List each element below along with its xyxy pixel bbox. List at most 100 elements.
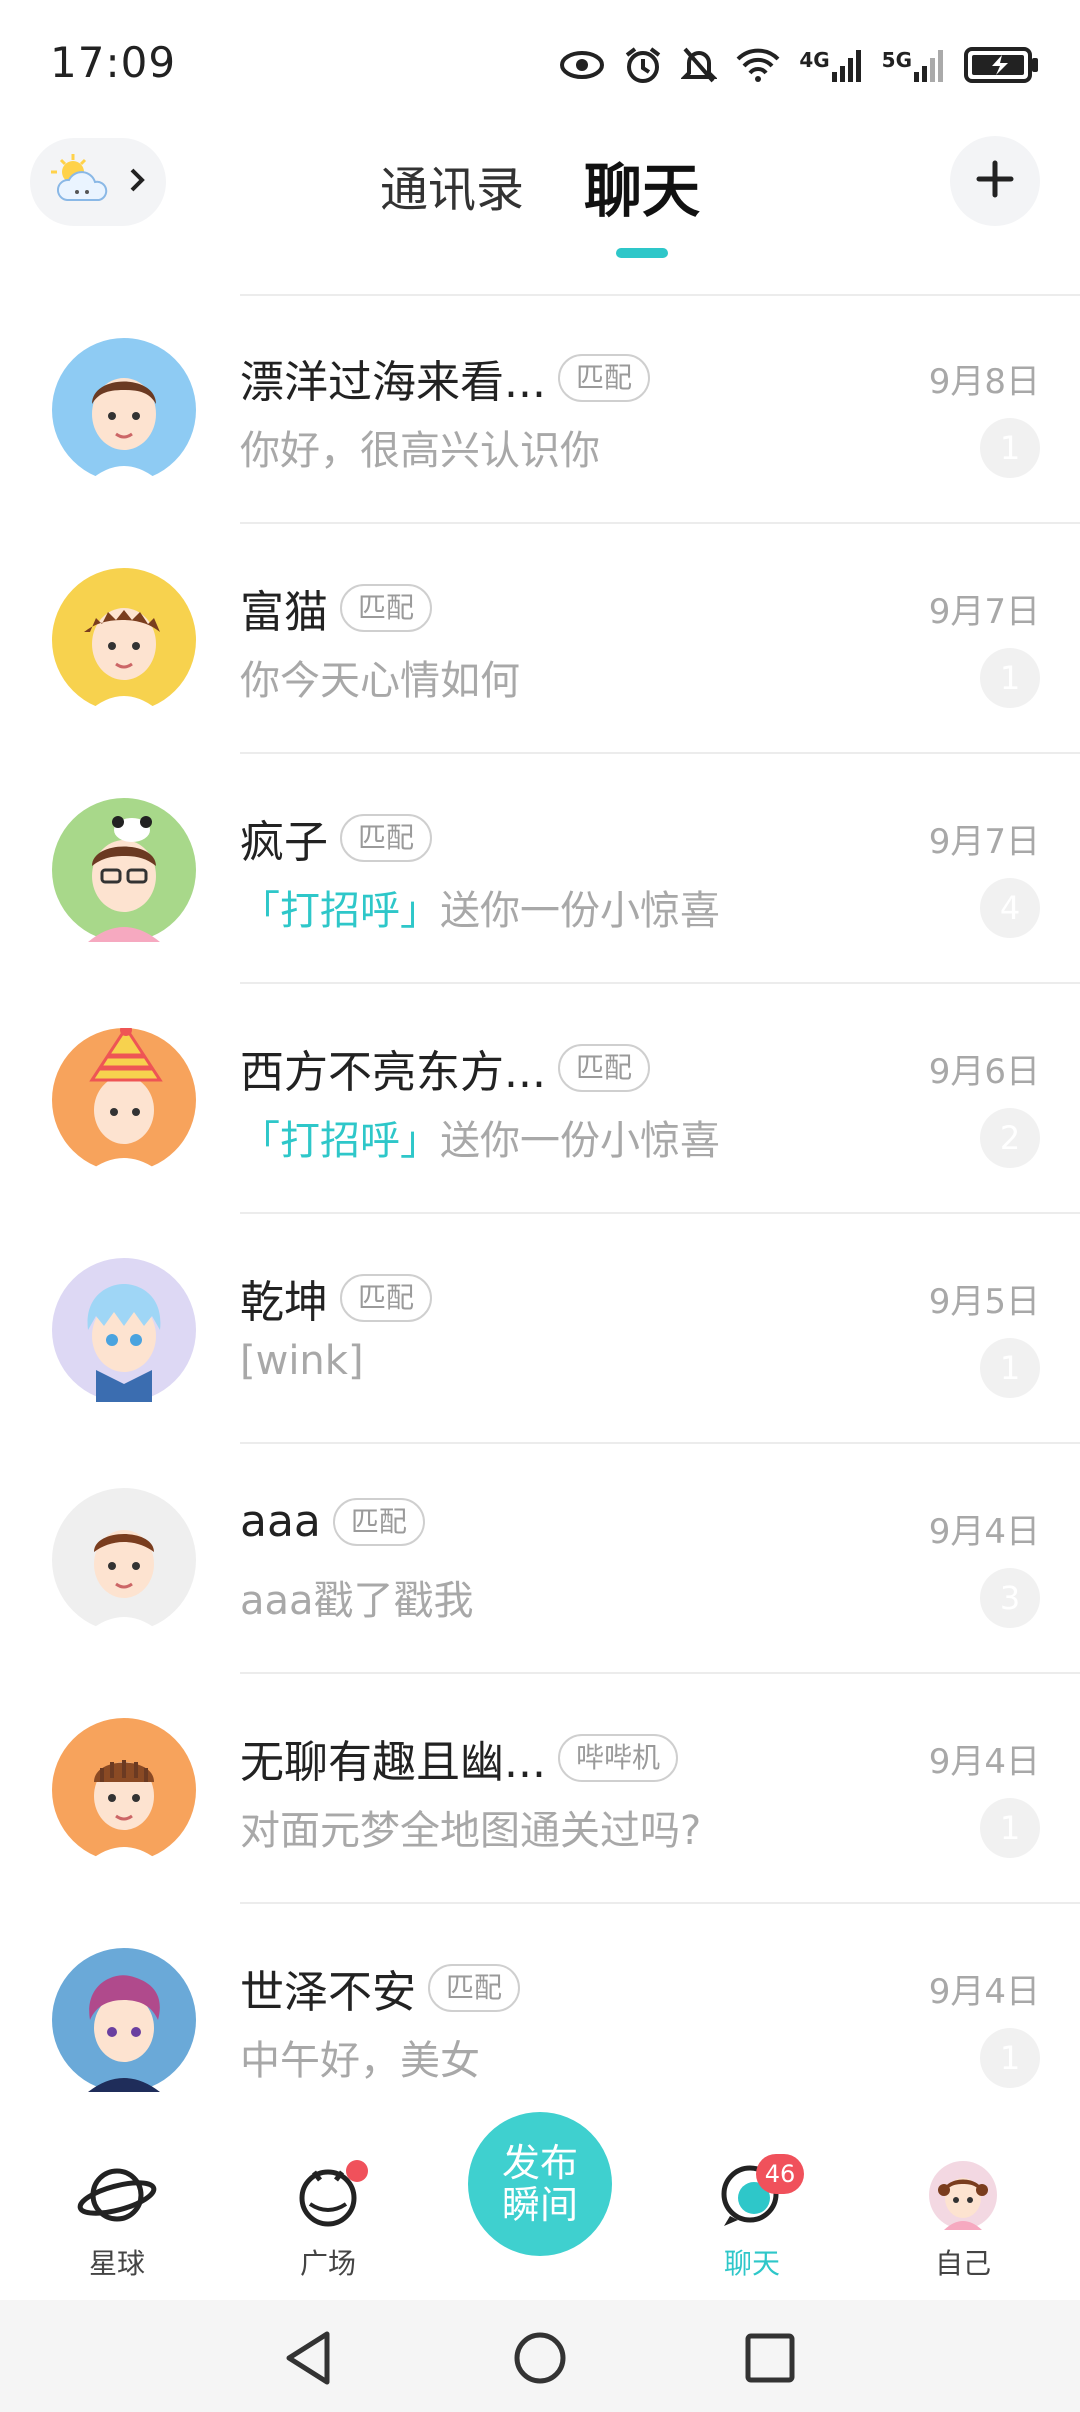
tab-chat[interactable]: 聊天 xyxy=(584,130,700,258)
avatar xyxy=(52,338,196,482)
home-icon[interactable] xyxy=(510,2328,570,2388)
divider xyxy=(240,1212,1080,1214)
contact-name: 西方不亮东方... xyxy=(240,1047,546,1098)
name-row: 疯子 匹配 xyxy=(240,806,433,870)
divider xyxy=(240,752,1080,754)
contact-name: 乾坤 xyxy=(240,1277,328,1328)
4g-label: 4G xyxy=(799,48,830,72)
unread-count-badge: 46 xyxy=(756,2154,804,2194)
divider xyxy=(240,1442,1080,1444)
chat-item[interactable]: 疯子 匹配 9月7日 「打招呼」送你一份小惊喜 4 xyxy=(0,756,1080,984)
tab-contacts[interactable]: 通讯录 xyxy=(380,130,524,220)
mute-icon xyxy=(681,45,718,85)
message-text: 中午好，美女 xyxy=(240,2038,480,2084)
contact-name: 世泽不安 xyxy=(240,1967,416,2018)
contact-name: 疯子 xyxy=(240,817,328,868)
match-tag: 匹配 xyxy=(340,584,433,632)
name-row: 世泽不安 匹配 xyxy=(240,1956,521,2020)
message-text: 对面元梦全地图通关过吗? xyxy=(240,1808,702,1854)
match-tag: 匹配 xyxy=(557,354,650,402)
match-tag: 哔哔机 xyxy=(557,1734,678,1782)
match-tag: 匹配 xyxy=(340,814,433,862)
chat-item[interactable]: aaa 匹配 9月4日 aaa戳了戳我 3 xyxy=(0,1446,1080,1674)
avatar xyxy=(52,798,196,942)
chat-item[interactable]: 世泽不安 匹配 9月4日 中午好，美女 1 xyxy=(0,1906,1080,2134)
avatar xyxy=(52,1024,196,1172)
unread-badge: 4 xyxy=(980,878,1040,938)
contact-name: aaa xyxy=(240,1496,321,1547)
top-header: 通讯录 聊天 xyxy=(0,130,1080,258)
publish-label-line1: 发布 xyxy=(501,2141,578,2185)
name-row: 富猫 匹配 xyxy=(240,576,433,640)
match-tag: 匹配 xyxy=(340,1274,433,1322)
chat-date: 9月6日 xyxy=(928,1052,1040,1092)
contact-name: 漂洋过海来看... xyxy=(240,357,546,408)
eye-icon xyxy=(559,50,605,80)
match-tag: 匹配 xyxy=(332,1497,425,1546)
divider xyxy=(240,522,1080,524)
nav-chat[interactable]: 46 聊天 xyxy=(682,2154,822,2282)
message-highlight: 「打招呼」 xyxy=(240,888,440,934)
message-text: 你好，很高兴认识你 xyxy=(240,428,600,474)
chat-item[interactable]: 漂洋过海来看... 匹配 9月8日 你好，很高兴认识你 1 xyxy=(0,296,1080,524)
contact-name: 无聊有趣且幽... xyxy=(240,1737,546,1788)
avatar xyxy=(52,1718,196,1862)
chat-date: 9月4日 xyxy=(928,1972,1040,2012)
divider xyxy=(240,1902,1080,1904)
message-text: 送你一份小惊喜 xyxy=(440,888,720,934)
nav-planet[interactable]: 星球 xyxy=(47,2160,187,2282)
nav-square[interactable]: 广场 xyxy=(258,2160,398,2282)
status-icons: 4G 5G xyxy=(559,40,1040,90)
unread-badge: 1 xyxy=(980,648,1040,708)
bottom-nav: 星球 广场 发布 瞬间 46 聊天 自己 xyxy=(0,2112,1080,2300)
system-nav-bar xyxy=(0,2300,1080,2412)
match-tag: 匹配 xyxy=(428,1964,521,2012)
avatar xyxy=(52,1488,196,1632)
message-text: 送你一份小惊喜 xyxy=(440,1118,720,1164)
nav-label: 星球 xyxy=(88,2247,145,2280)
publish-moment-button[interactable]: 发布 瞬间 xyxy=(468,2112,612,2256)
unread-badge: 1 xyxy=(980,1338,1040,1398)
last-message: aaa戳了戳我 xyxy=(240,1568,474,1626)
5g-signal-icon: 5G xyxy=(882,48,946,82)
match-tag: 匹配 xyxy=(557,1044,650,1092)
status-time: 17:09 xyxy=(50,38,177,87)
unread-badge: 1 xyxy=(980,1798,1040,1858)
avatar xyxy=(52,1258,196,1402)
4g-signal-icon: 4G xyxy=(799,48,863,82)
unread-badge: 2 xyxy=(980,1108,1040,1168)
avatar xyxy=(52,568,196,712)
name-row: aaa 匹配 xyxy=(240,1496,425,1547)
nav-profile[interactable]: 自己 xyxy=(893,2160,1033,2282)
chat-item[interactable]: 无聊有趣且幽... 哔哔机 9月4日 对面元梦全地图通关过吗? 1 xyxy=(0,1676,1080,1904)
name-row: 无聊有趣且幽... 哔哔机 xyxy=(240,1726,678,1790)
back-icon[interactable] xyxy=(278,2328,338,2388)
message-text: [wink] xyxy=(240,1338,364,1384)
message-highlight: 「打招呼」 xyxy=(240,1118,440,1164)
status-bar: 17:09 4G 5G xyxy=(0,0,1080,130)
chat-item[interactable]: 西方不亮东方... 匹配 9月6日 「打招呼」送你一份小惊喜 2 xyxy=(0,986,1080,1214)
nav-label: 广场 xyxy=(299,2247,356,2280)
recents-icon[interactable] xyxy=(740,2328,800,2388)
chat-item[interactable]: 乾坤 匹配 9月5日 [wink] 1 xyxy=(0,1216,1080,1444)
5g-label: 5G xyxy=(881,48,912,72)
publish-label-line2: 瞬间 xyxy=(501,2183,578,2227)
contact-name: 富猫 xyxy=(240,587,328,638)
last-message: 中午好，美女 xyxy=(240,2028,480,2086)
last-message: 「打招呼」送你一份小惊喜 xyxy=(240,878,720,936)
divider xyxy=(240,1672,1080,1674)
chat-item[interactable]: 富猫 匹配 9月7日 你今天心情如何 1 xyxy=(0,526,1080,754)
nav-label: 聊天 xyxy=(723,2247,780,2280)
battery-charging-icon xyxy=(964,46,1040,84)
chat-date: 9月8日 xyxy=(928,362,1040,402)
add-button[interactable] xyxy=(950,136,1040,226)
chat-date: 9月4日 xyxy=(928,1512,1040,1552)
last-message: 「打招呼」送你一份小惊喜 xyxy=(240,1108,720,1166)
chat-date: 9月5日 xyxy=(928,1282,1040,1322)
chat-date: 9月4日 xyxy=(928,1742,1040,1782)
last-message: [wink] xyxy=(240,1338,364,1384)
name-row: 漂洋过海来看... 匹配 xyxy=(240,346,650,410)
name-row: 乾坤 匹配 xyxy=(240,1266,433,1330)
chat-date: 9月7日 xyxy=(928,592,1040,632)
message-text: 你今天心情如何 xyxy=(240,658,520,704)
